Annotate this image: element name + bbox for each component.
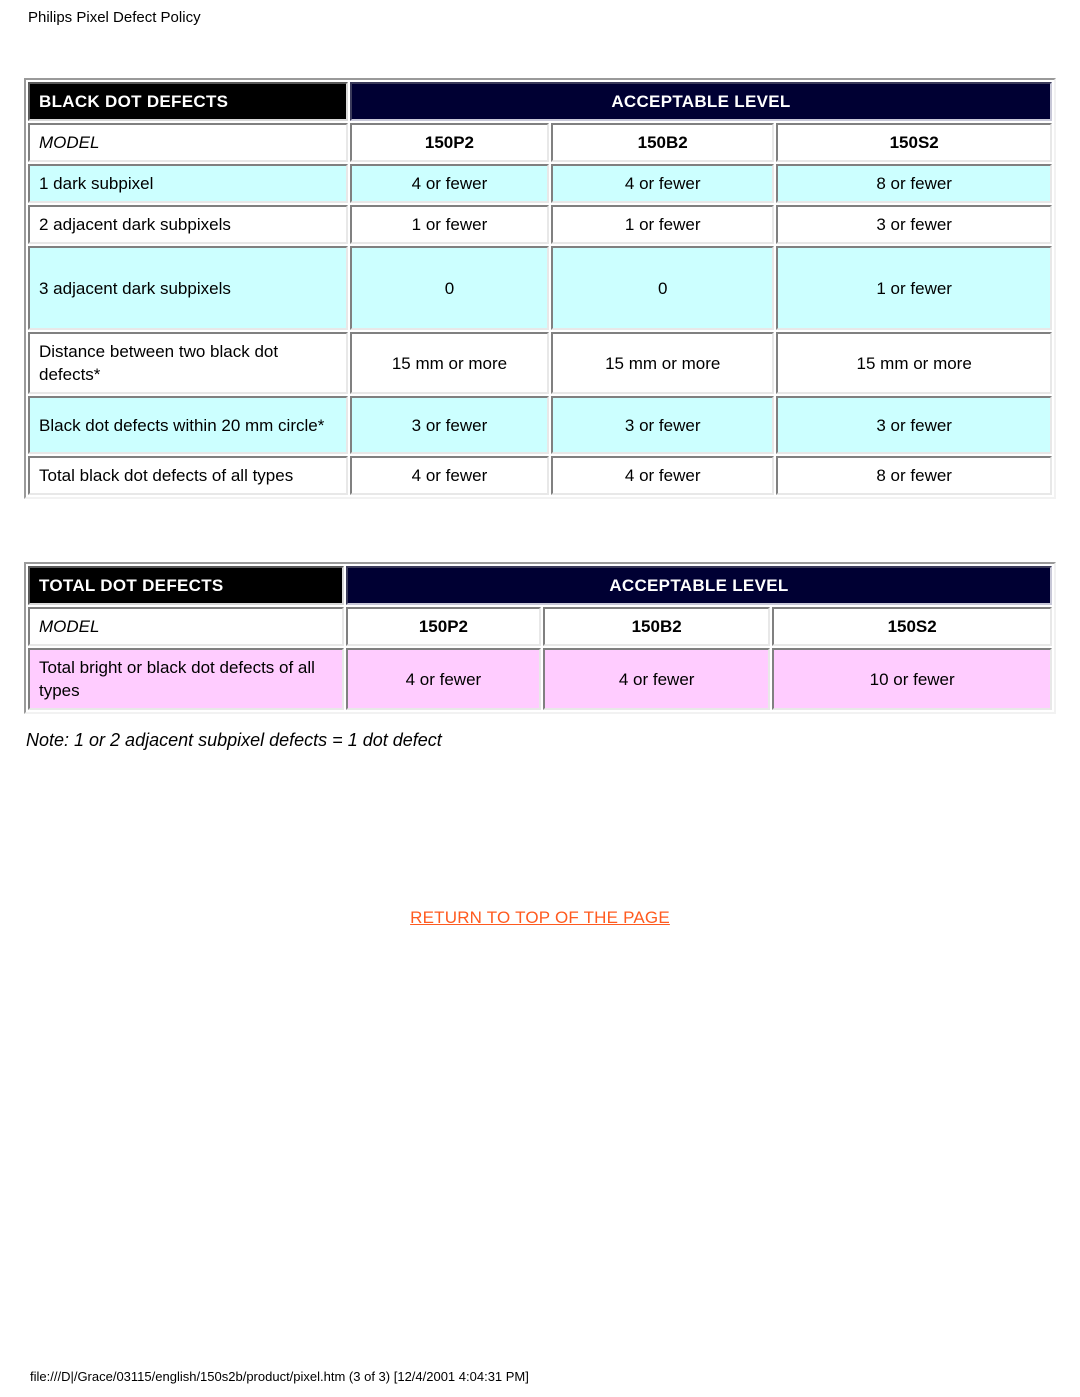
row-value-150p2: 1 or fewer: [349, 205, 550, 244]
row-value-150s2: 15 mm or more: [776, 332, 1052, 394]
table-header-row: BLACK DOT DEFECTS ACCEPTABLE LEVEL: [28, 82, 1052, 121]
page-title: Philips Pixel Defect Policy: [28, 9, 201, 26]
row-label: Black dot defects within 20 mm circle*: [28, 396, 348, 454]
table-header-row: TOTAL DOT DEFECTS ACCEPTABLE LEVEL: [28, 566, 1052, 605]
footer-file-path: file:///D|/Grace/03115/english/150s2b/pr…: [30, 1369, 529, 1384]
row-value-150s2: 8 or fewer: [776, 456, 1052, 495]
return-to-top-link[interactable]: RETURN TO TOP OF THE PAGE: [410, 908, 670, 927]
model-row: MODEL 150P2 150B2 150S2: [28, 123, 1052, 162]
row-value-150s2: 1 or fewer: [776, 246, 1052, 330]
model-row: MODEL 150P2 150B2 150S2: [28, 607, 1052, 646]
row-value-150s2: 10 or fewer: [772, 648, 1052, 710]
row-value-150b2: 15 mm or more: [551, 332, 775, 394]
black-dot-defects-table: BLACK DOT DEFECTS ACCEPTABLE LEVEL MODEL…: [24, 78, 1056, 499]
row-value-150b2: 1 or fewer: [551, 205, 775, 244]
row-value-150b2: 0: [551, 246, 775, 330]
acceptable-level-header-cell: ACCEPTABLE LEVEL: [349, 82, 1052, 121]
model-cell-150s2: 150S2: [772, 607, 1052, 646]
row-value-150b2: 4 or fewer: [551, 456, 775, 495]
model-label-cell: MODEL: [28, 607, 344, 646]
row-value-150b2: 4 or fewer: [542, 648, 771, 710]
total-dot-defects-table: TOTAL DOT DEFECTS ACCEPTABLE LEVEL MODEL…: [24, 562, 1056, 714]
row-label: 2 adjacent dark subpixels: [28, 205, 348, 244]
note-text: Note: 1 or 2 adjacent subpixel defects =…: [26, 730, 442, 750]
acceptable-level-header-cell: ACCEPTABLE LEVEL: [345, 566, 1052, 605]
row-label: 1 dark subpixel: [28, 164, 348, 203]
row-label: Total bright or black dot defects of all…: [28, 648, 344, 710]
table-row: Total bright or black dot defects of all…: [28, 648, 1052, 710]
row-value-150s2: 8 or fewer: [776, 164, 1052, 203]
model-cell-150p2: 150P2: [349, 123, 550, 162]
row-label: 3 adjacent dark subpixels: [28, 246, 348, 330]
table-row: 1 dark subpixel 4 or fewer 4 or fewer 8 …: [28, 164, 1052, 203]
row-label: Total black dot defects of all types: [28, 456, 348, 495]
table-row: Black dot defects within 20 mm circle* 3…: [28, 396, 1052, 454]
table-row: Total black dot defects of all types 4 o…: [28, 456, 1052, 495]
row-label: Distance between two black dot defects*: [28, 332, 348, 394]
return-to-top-container: RETURN TO TOP OF THE PAGE: [0, 906, 1080, 929]
model-cell-150b2: 150B2: [542, 607, 771, 646]
row-value-150p2: 0: [349, 246, 550, 330]
category-header-cell: BLACK DOT DEFECTS: [28, 82, 348, 121]
model-cell-150p2: 150P2: [345, 607, 541, 646]
row-value-150p2: 15 mm or more: [349, 332, 550, 394]
table-row: 3 adjacent dark subpixels 0 0 1 or fewer: [28, 246, 1052, 330]
row-value-150p2: 3 or fewer: [349, 396, 550, 454]
table-row: Distance between two black dot defects* …: [28, 332, 1052, 394]
model-cell-150b2: 150B2: [551, 123, 775, 162]
category-header-cell: TOTAL DOT DEFECTS: [28, 566, 344, 605]
row-value-150s2: 3 or fewer: [776, 205, 1052, 244]
row-value-150b2: 3 or fewer: [551, 396, 775, 454]
model-cell-150s2: 150S2: [776, 123, 1052, 162]
row-value-150b2: 4 or fewer: [551, 164, 775, 203]
row-value-150s2: 3 or fewer: [776, 396, 1052, 454]
model-label-cell: MODEL: [28, 123, 348, 162]
row-value-150p2: 4 or fewer: [345, 648, 541, 710]
table-row: 2 adjacent dark subpixels 1 or fewer 1 o…: [28, 205, 1052, 244]
row-value-150p2: 4 or fewer: [349, 164, 550, 203]
row-value-150p2: 4 or fewer: [349, 456, 550, 495]
